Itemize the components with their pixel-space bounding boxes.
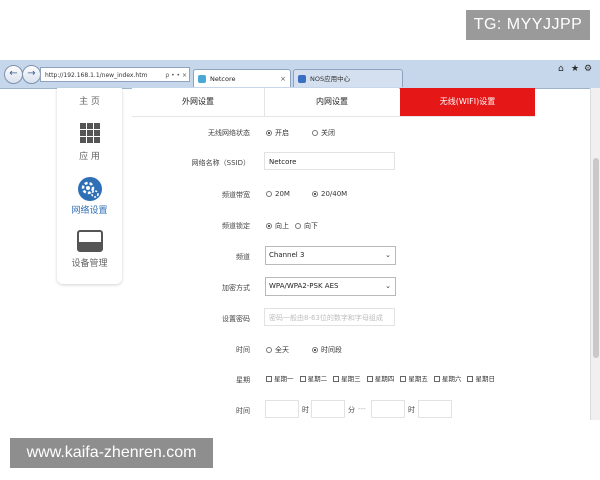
start-hour-unit: 时: [302, 406, 309, 414]
scrollbar-thumb[interactable]: [593, 158, 599, 358]
bandwidth-label: 频道带宽: [222, 191, 250, 199]
weekday-sat-checkbox[interactable]: 星期六: [433, 375, 461, 383]
weekdays-label: 星期: [236, 376, 250, 384]
home-icon[interactable]: ⌂: [558, 64, 564, 74]
time-range-label: 时间: [236, 407, 250, 415]
browser-screenshot: ← → http://192.168.1.1/new_index.htm ρ •…: [0, 60, 600, 420]
sidebar-item-home[interactable]: 主 页: [57, 94, 122, 107]
channel-label: 频道: [236, 253, 250, 261]
start-minute-input[interactable]: [311, 400, 345, 418]
radio-checked-icon: [266, 223, 272, 229]
ssid-input[interactable]: Netcore: [264, 152, 395, 170]
encryption-select[interactable]: WPA/WPA2-PSK AES ⌄: [265, 277, 396, 296]
tab-divider: [132, 116, 535, 117]
browser-tab-label: NOS应用中心: [310, 75, 351, 83]
weekday-wed-checkbox[interactable]: 星期三: [333, 375, 361, 383]
back-icon[interactable]: ←: [4, 65, 23, 84]
checkbox-icon: [299, 376, 306, 382]
close-tab-icon[interactable]: ×: [280, 70, 286, 87]
start-minute-unit: 分: [348, 406, 355, 414]
address-controls[interactable]: ρ • • ×: [165, 68, 187, 81]
network-settings-icon: [77, 177, 102, 201]
apps-grid-icon: [79, 123, 100, 143]
browser-tab-label: Netcore: [210, 75, 236, 83]
checkbox-icon: [366, 376, 373, 382]
browser-toolbar: ← → http://192.168.1.1/new_index.htm ρ •…: [0, 60, 600, 89]
favorites-star-icon[interactable]: ★: [571, 64, 579, 74]
end-hour-unit: 时: [408, 406, 415, 414]
address-url: http://192.168.1.1/new_index.htm: [45, 72, 148, 79]
watermark-top: TG: MYYJJPP: [466, 10, 590, 40]
address-bar[interactable]: http://192.168.1.1/new_index.htm ρ • • ×: [40, 67, 190, 82]
sidebar-item-device[interactable]: [57, 230, 122, 256]
schedule-period-radio[interactable]: 时间段: [312, 345, 342, 355]
chevron-down-icon: ⌄: [385, 282, 391, 290]
wifi-on-radio[interactable]: 开启: [266, 128, 289, 138]
chevron-down-icon: ⌄: [385, 251, 391, 259]
schedule-allday-radio[interactable]: 全天: [266, 345, 289, 355]
weekday-sun-checkbox[interactable]: 星期日: [467, 375, 495, 383]
channel-lock-label: 频道锁定: [222, 222, 250, 230]
weekday-fri-checkbox[interactable]: 星期五: [400, 375, 428, 383]
watermark-bottom: www.kaifa-zhenren.com: [10, 438, 213, 468]
password-label: 设置密码: [222, 315, 250, 323]
sidebar-item-apps[interactable]: [57, 123, 122, 147]
browser-tab-netcore[interactable]: Netcore ×: [193, 69, 291, 87]
tab-wifi-settings[interactable]: 无线(WIFI)设置: [400, 88, 535, 116]
radio-unchecked-icon: [266, 347, 272, 353]
channel-lock-down-radio[interactable]: 向下: [295, 221, 318, 231]
checkbox-icon: [333, 376, 340, 382]
radio-checked-icon: [312, 191, 318, 197]
end-hour-input[interactable]: [371, 400, 405, 418]
encryption-label: 加密方式: [222, 284, 250, 292]
bandwidth-20m-radio[interactable]: 20M: [266, 190, 290, 198]
bandwidth-20-40m-radio[interactable]: 20/40M: [312, 190, 347, 198]
checkbox-icon: [400, 376, 407, 382]
sidebar: 主 页 应 用 网络设置 设备管理: [57, 88, 122, 284]
settings-gear-icon[interactable]: ⚙: [584, 64, 592, 74]
wifi-status-label: 无线网络状态: [208, 129, 250, 137]
end-minute-input[interactable]: [418, 400, 452, 418]
netcore-favicon-icon: [198, 75, 206, 83]
password-input[interactable]: 密码一般由8-63位的数字和字母组成: [264, 308, 395, 326]
checkbox-icon: [266, 376, 272, 382]
sidebar-item-device-label: 设备管理: [71, 259, 108, 269]
forward-icon[interactable]: →: [22, 65, 41, 84]
radio-unchecked-icon: [295, 223, 301, 229]
channel-select[interactable]: Channel 3 ⌄: [265, 246, 396, 265]
radio-checked-icon: [266, 130, 272, 136]
browser-tab-nos[interactable]: NOS应用中心: [293, 69, 403, 87]
radio-unchecked-icon: [266, 191, 272, 197]
channel-lock-up-radio[interactable]: 向上: [266, 221, 289, 231]
schedule-label: 时间: [236, 346, 250, 354]
checkbox-icon: [433, 376, 440, 382]
weekday-checkboxes: 星期一 星期二 星期三 星期四 星期五 星期六 星期日: [266, 373, 499, 383]
radio-unchecked-icon: [312, 130, 318, 136]
tab-lan-settings[interactable]: 内网设置: [265, 88, 399, 116]
device-management-icon: [76, 230, 103, 252]
sidebar-item-apps-label: 应 用: [79, 152, 100, 162]
tab-wan-settings[interactable]: 外网设置: [132, 88, 265, 116]
ssid-label: 网络名称（SSID）: [191, 159, 250, 167]
sidebar-item-network-label: 网络设置: [71, 206, 108, 216]
weekday-tue-checkbox[interactable]: 星期二: [299, 375, 327, 383]
weekday-thu-checkbox[interactable]: 星期四: [366, 375, 394, 383]
page-scrollbar[interactable]: [590, 88, 600, 420]
checkbox-icon: [467, 376, 474, 382]
nos-favicon-icon: [298, 75, 306, 83]
radio-checked-icon: [312, 347, 318, 353]
sidebar-item-network[interactable]: [57, 176, 122, 206]
weekday-mon-checkbox[interactable]: 星期一: [266, 375, 294, 383]
start-hour-input[interactable]: [265, 400, 299, 418]
wifi-off-radio[interactable]: 关闭: [312, 128, 335, 138]
time-separator: ---: [358, 405, 366, 413]
